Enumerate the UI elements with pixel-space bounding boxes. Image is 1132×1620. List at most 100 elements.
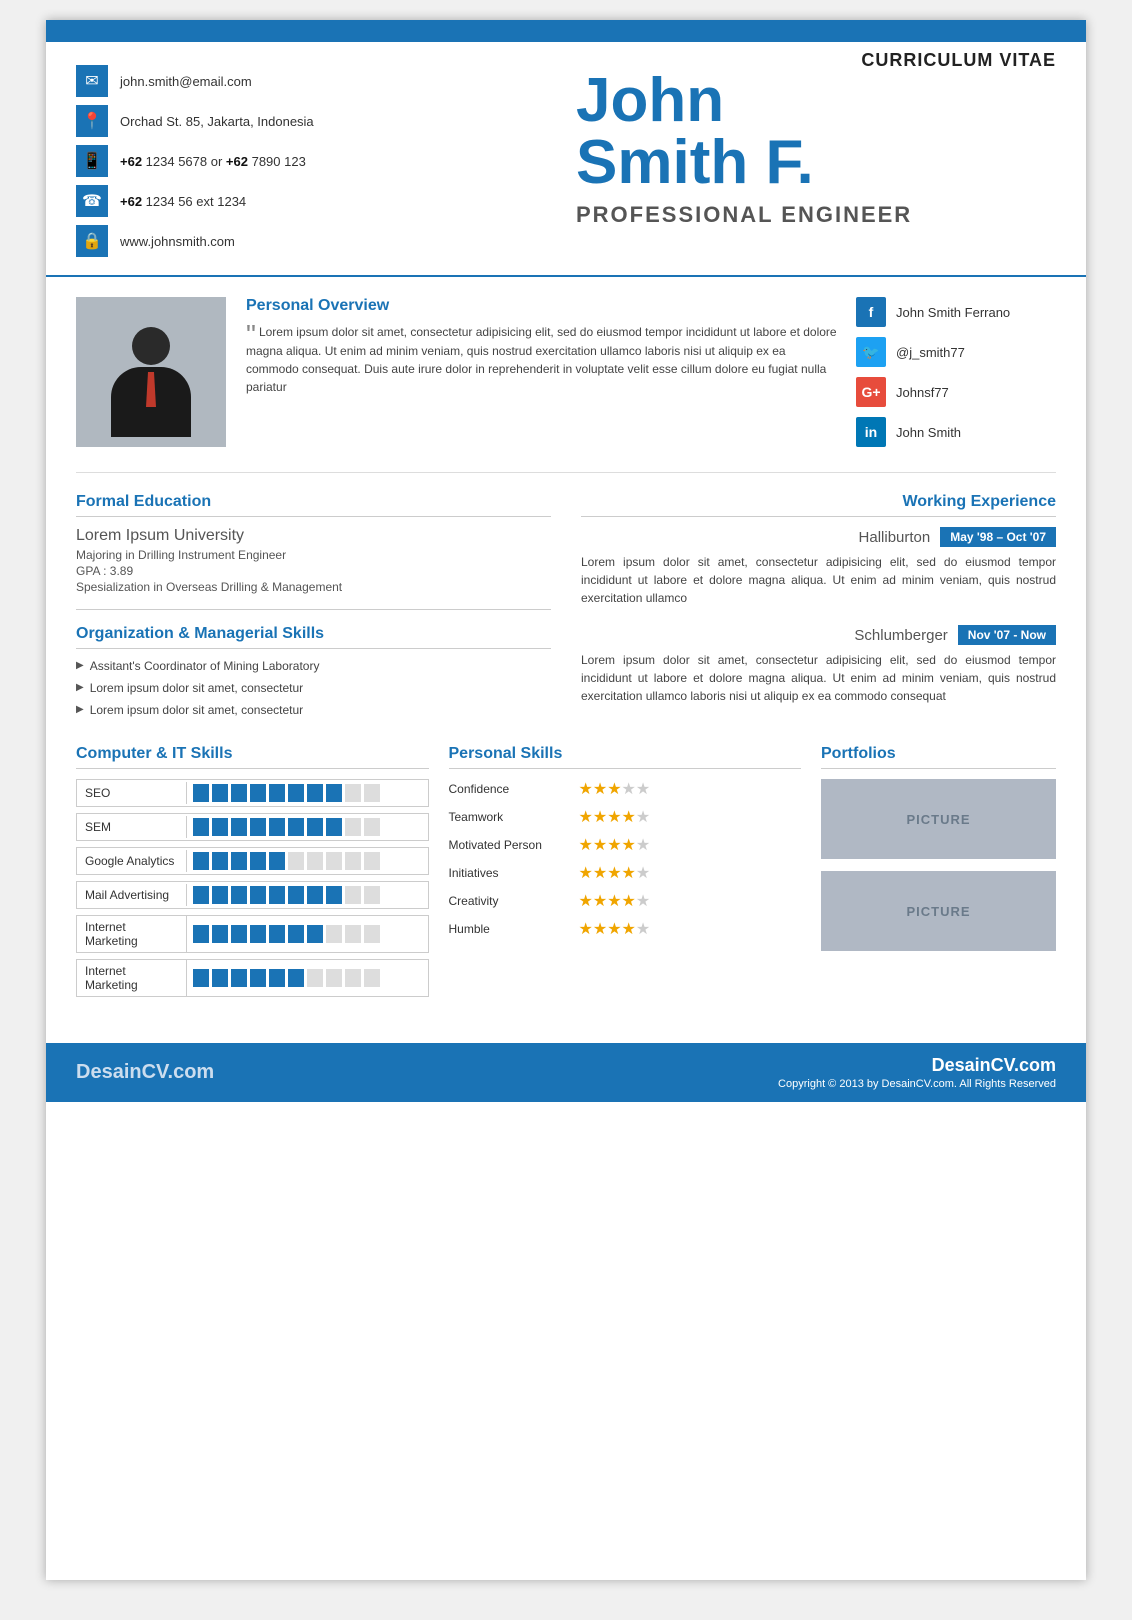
skill-name-2: Google Analytics (77, 850, 187, 872)
star-filled: ★ (622, 865, 636, 882)
bar-filled (326, 886, 342, 904)
skill-name-1: SEM (77, 816, 187, 838)
bar-empty (326, 852, 342, 870)
star-filled: ★ (593, 837, 607, 854)
personal-skills-list: Confidence★★★★★Teamwork★★★★★Motivated Pe… (449, 779, 802, 939)
bar-filled (250, 818, 266, 836)
company-2: Schlumberger (854, 627, 947, 644)
bar-filled (193, 852, 209, 870)
bar-empty (326, 925, 342, 943)
email-icon: ✉ (76, 65, 108, 97)
star-filled: ★ (593, 921, 607, 938)
personal-skill-row-3: Initiatives★★★★★ (449, 863, 802, 883)
stars-4: ★★★★★ (579, 891, 651, 911)
contact-info: ✉ john.smith@email.com 📍 Orchad St. 85, … (76, 60, 556, 265)
ps-name-0: Confidence (449, 782, 579, 796)
stars-0: ★★★★★ (579, 779, 651, 799)
bar-filled (288, 818, 304, 836)
ps-name-3: Initiatives (449, 866, 579, 880)
bar-filled (269, 969, 285, 987)
bar-filled (231, 852, 247, 870)
org-item-2: ▶ Lorem ipsum dolor sit amet, consectetu… (76, 681, 551, 695)
overview-body: "Lorem ipsum dolor sit amet, consectetur… (246, 323, 841, 396)
skill-row-0: SEO (76, 779, 429, 807)
star-filled: ★ (607, 837, 621, 854)
stars-1: ★★★★★ (579, 807, 651, 827)
facebook-icon: f (856, 297, 886, 327)
edu-specialization: Spesialization in Overseas Drilling & Ma… (76, 580, 551, 594)
bar-filled (193, 818, 209, 836)
social-facebook: f John Smith Ferrano (856, 297, 1056, 327)
bar-filled (231, 886, 247, 904)
org-arrow-2: ▶ (76, 682, 84, 693)
bar-empty (364, 925, 380, 943)
star-filled: ★ (593, 809, 607, 826)
skill-name-0: SEO (77, 782, 187, 804)
star-filled: ★ (622, 837, 636, 854)
skill-bars-5 (187, 965, 386, 991)
skill-name-4: Internet Marketing (77, 916, 187, 952)
personal-skills-section: Personal Skills Confidence★★★★★Teamwork★… (449, 745, 802, 1003)
footer-copyright: DesainCV.com Copyright © 2013 by DesainC… (778, 1055, 1056, 1090)
stars-2: ★★★★★ (579, 835, 651, 855)
profession-title: PROFESSIONAL ENGINEER (576, 202, 1056, 228)
bar-filled (269, 784, 285, 802)
address-text: Orchad St. 85, Jakarta, Indonesia (120, 114, 314, 129)
bar-empty (345, 969, 361, 987)
social-twitter: 🐦 @j_smith77 (856, 337, 1056, 367)
bar-filled (212, 784, 228, 802)
first-name: John (576, 70, 1056, 132)
bar-filled (326, 818, 342, 836)
google-name: Johnsf77 (896, 385, 949, 400)
ps-name-5: Humble (449, 922, 579, 936)
linkedin-icon: in (856, 417, 886, 447)
star-filled: ★ (579, 865, 593, 882)
edu-major: Majoring in Drilling Instrument Engineer (76, 548, 551, 562)
bar-empty (364, 818, 380, 836)
portfolio-pic-2: PICTURE (821, 871, 1056, 951)
bar-filled (250, 925, 266, 943)
bar-filled (288, 925, 304, 943)
main-content: Personal Overview "Lorem ipsum dolor sit… (46, 277, 1086, 1023)
skill-name-5: Internet Marketing (77, 960, 187, 996)
education-title: Formal Education (76, 493, 551, 517)
star-filled: ★ (622, 921, 636, 938)
google-icon: G+ (856, 377, 886, 407)
bar-empty (345, 784, 361, 802)
org-title: Organization & Managerial Skills (76, 625, 551, 649)
cv-title: CURRICULUM VITAE (861, 50, 1056, 71)
skill-row-5: Internet Marketing (76, 959, 429, 997)
bar-filled (193, 886, 209, 904)
phone-icon: 📱 (76, 145, 108, 177)
footer-brand-right: DesainCV.com (778, 1055, 1056, 1076)
org-item-1: ▶ Assitant's Coordinator of Mining Labor… (76, 659, 551, 673)
bar-filled (212, 818, 228, 836)
personal-skill-row-4: Creativity★★★★★ (449, 891, 802, 911)
bar-filled (212, 969, 228, 987)
ps-name-2: Motivated Person (449, 838, 579, 852)
profile-photo (76, 297, 226, 447)
website-icon: 🔒 (76, 225, 108, 257)
star-filled: ★ (607, 865, 621, 882)
bar-filled (288, 784, 304, 802)
personal-skill-row-2: Motivated Person★★★★★ (449, 835, 802, 855)
stars-3: ★★★★★ (579, 863, 651, 883)
bar-empty (345, 852, 361, 870)
period-2: Nov '07 - Now (958, 625, 1056, 645)
bar-filled (269, 818, 285, 836)
bar-filled (269, 886, 285, 904)
bar-empty (307, 852, 323, 870)
ps-name-4: Creativity (449, 894, 579, 908)
contact-website-row: 🔒 www.johnsmith.com (76, 225, 556, 257)
bar-empty (364, 784, 380, 802)
stars-5: ★★★★★ (579, 919, 651, 939)
star-filled: ★ (579, 809, 593, 826)
twitter-handle: @j_smith77 (896, 345, 965, 360)
social-google: G+ Johnsf77 (856, 377, 1056, 407)
skill-bars-2 (187, 848, 386, 874)
contact-email-row: ✉ john.smith@email.com (76, 65, 556, 97)
right-column: Working Experience Halliburton May '98 –… (581, 493, 1056, 725)
company-1: Halliburton (859, 529, 931, 546)
work-entry-1: Halliburton May '98 – Oct '07 Lorem ipsu… (581, 527, 1056, 607)
bar-filled (212, 852, 228, 870)
